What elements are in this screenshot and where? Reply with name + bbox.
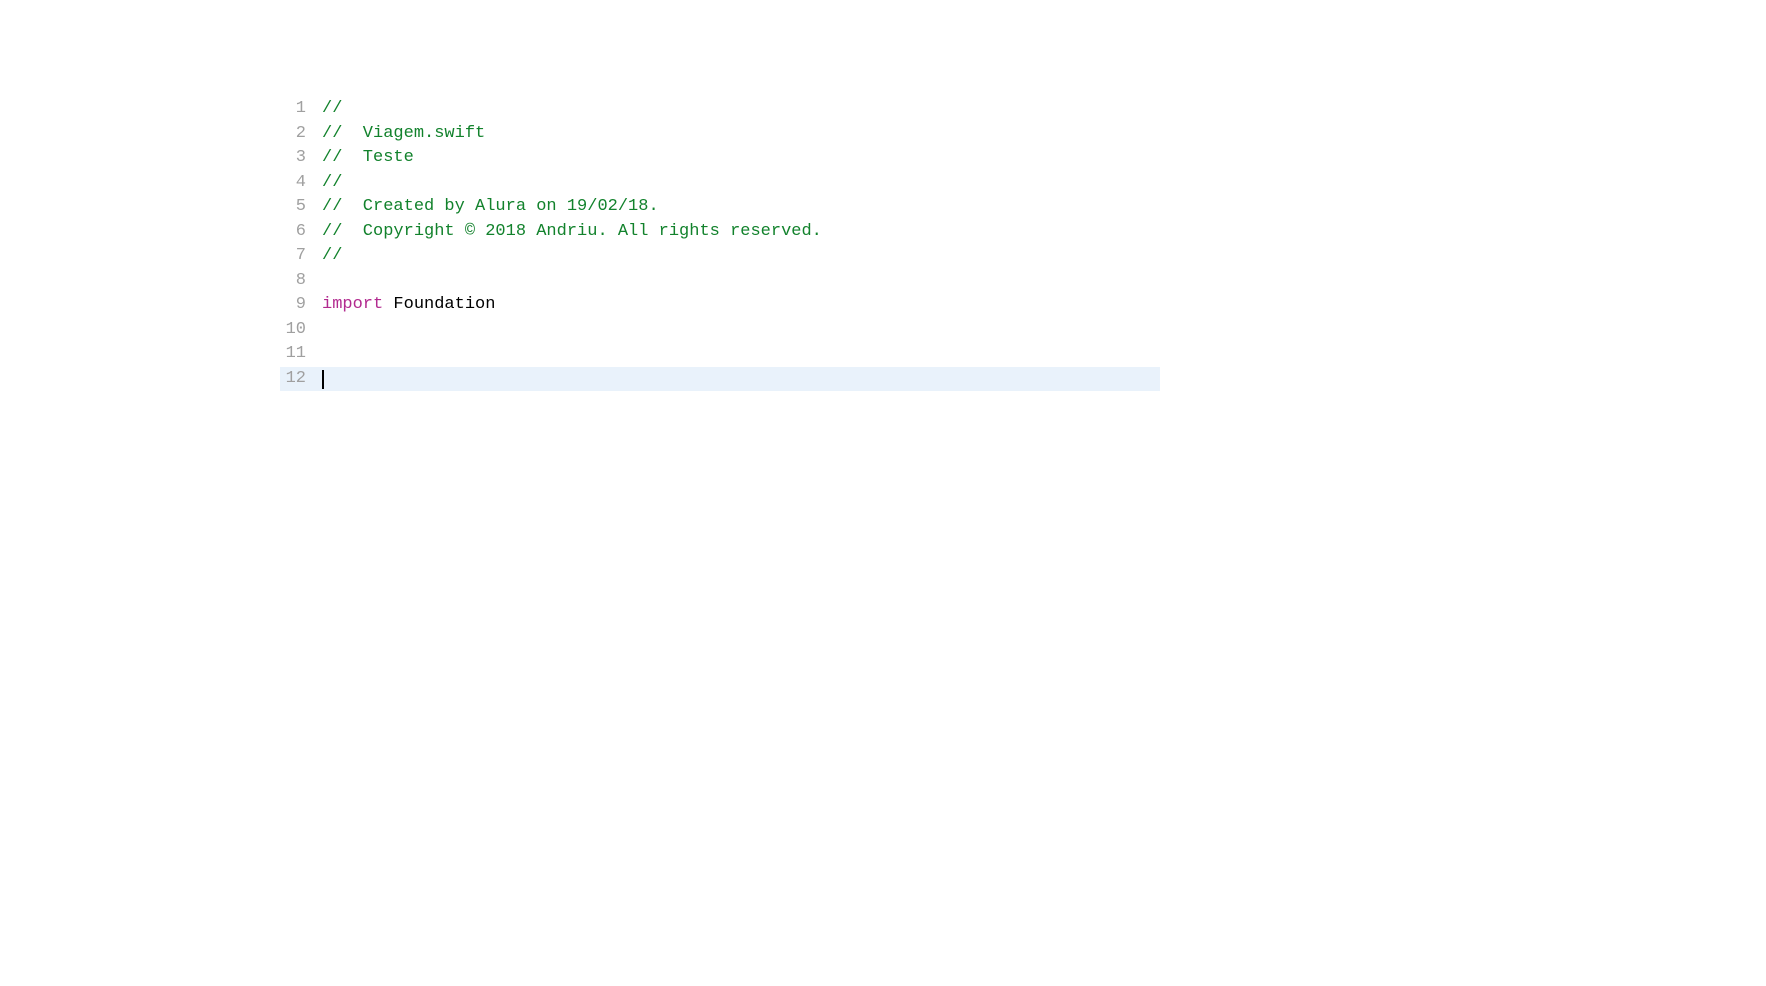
code-line[interactable]: 2 // Viagem.swift xyxy=(280,122,1160,147)
code-content: // Teste xyxy=(322,146,1160,171)
line-number: 3 xyxy=(280,146,322,171)
code-line[interactable]: 7 // xyxy=(280,244,1160,269)
line-number: 11 xyxy=(280,342,322,367)
code-content: import Foundation xyxy=(322,293,1160,318)
line-number: 2 xyxy=(280,122,322,147)
code-content: // Viagem.swift xyxy=(322,122,1160,147)
code-line[interactable]: 1 // xyxy=(280,97,1160,122)
line-number: 10 xyxy=(280,318,322,343)
line-number: 12 xyxy=(280,367,322,392)
code-content: // Created by Alura on 19/02/18. xyxy=(322,195,1160,220)
code-content xyxy=(322,367,1160,392)
code-line-current[interactable]: 12 xyxy=(280,367,1160,392)
code-editor[interactable]: 1 // 2 // Viagem.swift 3 // Teste 4 // 5… xyxy=(280,97,1160,391)
code-line[interactable]: 8 xyxy=(280,269,1160,294)
code-line[interactable]: 10 xyxy=(280,318,1160,343)
line-number: 7 xyxy=(280,244,322,269)
code-content: // Copyright © 2018 Andriu. All rights r… xyxy=(322,220,1160,245)
line-number: 9 xyxy=(280,293,322,318)
code-content: // xyxy=(322,171,1160,196)
text-cursor-icon xyxy=(322,370,324,389)
line-number: 4 xyxy=(280,171,322,196)
code-content: // xyxy=(322,97,1160,122)
line-number: 5 xyxy=(280,195,322,220)
code-line[interactable]: 9 import Foundation xyxy=(280,293,1160,318)
code-line[interactable]: 11 xyxy=(280,342,1160,367)
code-line[interactable]: 3 // Teste xyxy=(280,146,1160,171)
code-line[interactable]: 6 // Copyright © 2018 Andriu. All rights… xyxy=(280,220,1160,245)
code-content: // xyxy=(322,244,1160,269)
code-line[interactable]: 4 // xyxy=(280,171,1160,196)
line-number: 6 xyxy=(280,220,322,245)
identifier-foundation: Foundation xyxy=(393,295,495,314)
line-number: 1 xyxy=(280,97,322,122)
code-line[interactable]: 5 // Created by Alura on 19/02/18. xyxy=(280,195,1160,220)
keyword-import: import xyxy=(322,295,383,314)
line-number: 8 xyxy=(280,269,322,294)
